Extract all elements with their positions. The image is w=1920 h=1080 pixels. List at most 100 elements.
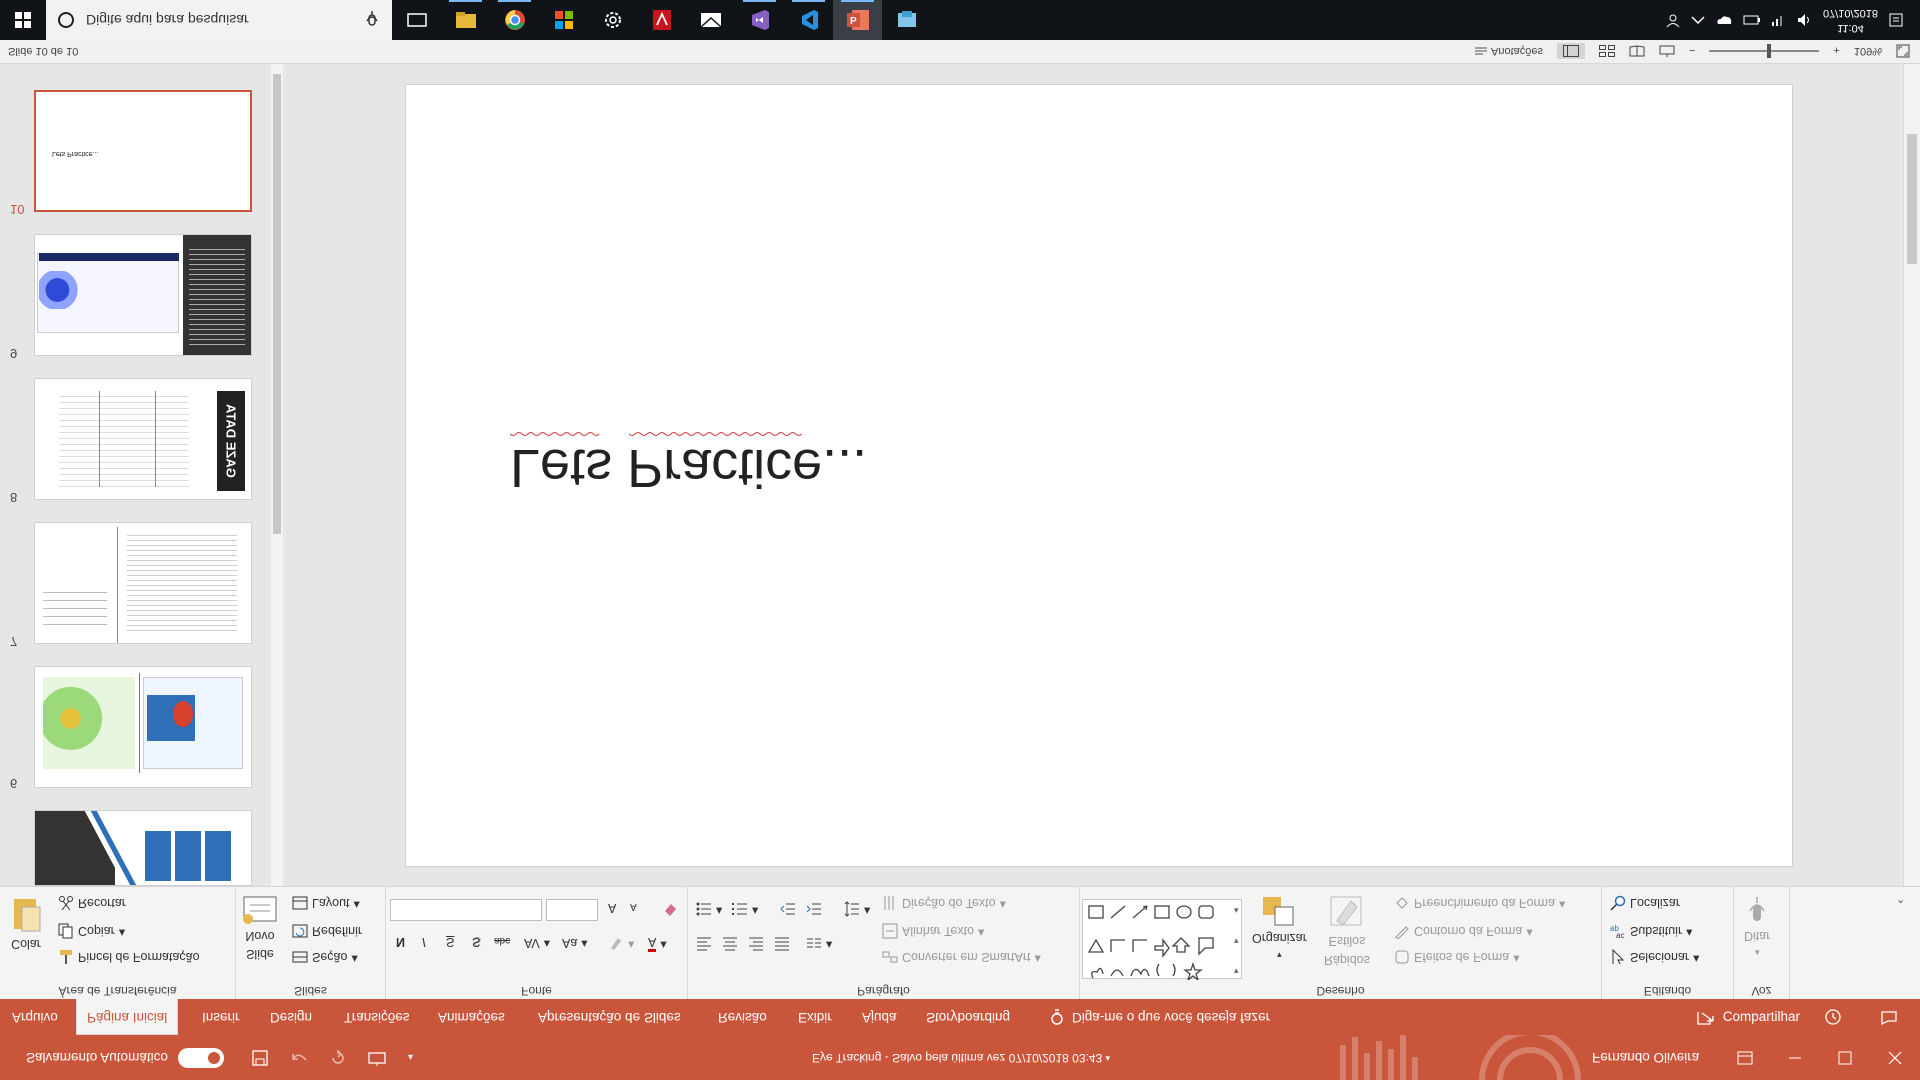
thumbnail-slide-7[interactable]: [34, 522, 252, 644]
paste-button[interactable]: Colar: [10, 899, 42, 951]
tab-exibir[interactable]: Exibir: [798, 999, 832, 1035]
save-icon[interactable]: [252, 1049, 268, 1066]
customize-toolbar-icon[interactable]: ▾: [408, 1052, 413, 1063]
select-button[interactable]: Selecionar ▾: [1610, 949, 1699, 965]
tab-pagina-inicial[interactable]: Página Inicial: [76, 999, 179, 1035]
tab-apresentacao[interactable]: Apresentação de Slides: [538, 999, 681, 1035]
font-size-combo[interactable]: [546, 899, 598, 921]
thumbnail-slide-5[interactable]: [34, 810, 252, 886]
document-title[interactable]: Eye Tracking - Salvo pela última vez 07/…: [812, 1035, 1110, 1080]
new-slide-button[interactable]: Novo Slide: [242, 895, 278, 961]
autosave-toggle[interactable]: [177, 1047, 224, 1068]
microphone-icon[interactable]: [366, 11, 378, 29]
shape-fill-button[interactable]: Preenchimento da Forma ▾: [1394, 895, 1565, 911]
tab-transicoes[interactable]: Transições: [344, 999, 410, 1035]
chevron-up-icon[interactable]: [1691, 15, 1705, 25]
app-icon[interactable]: [882, 0, 931, 40]
powerpoint-icon[interactable]: P: [833, 0, 882, 40]
taskbar-search[interactable]: Digite aqui para pesquisar: [46, 0, 392, 40]
dictate-button[interactable]: Ditar ▾: [1744, 895, 1770, 958]
align-right-button[interactable]: [748, 935, 764, 951]
layout-button[interactable]: Layout ▾: [292, 895, 360, 911]
share-button[interactable]: Compartilhar: [1697, 999, 1800, 1035]
find-button[interactable]: Localizar: [1610, 895, 1680, 911]
volume-icon[interactable]: [1797, 13, 1813, 27]
comments-icon[interactable]: [1880, 999, 1898, 1035]
arrange-button[interactable]: Organizar ▴: [1252, 895, 1307, 960]
thumbnail-slide-10[interactable]: Lets Practice...: [34, 90, 252, 212]
zoom-out-button[interactable]: −: [1689, 45, 1695, 57]
network-icon[interactable]: [1771, 13, 1787, 27]
slideshow-icon[interactable]: [1659, 45, 1675, 57]
tell-me-search[interactable]: Diga-me o que você deseja fazer: [1050, 999, 1270, 1035]
justify-button[interactable]: [774, 935, 790, 951]
change-case-button[interactable]: Aa ▾: [562, 935, 588, 951]
minimize-icon[interactable]: [1770, 1051, 1820, 1065]
font-color-button[interactable]: A ▾: [648, 935, 667, 952]
reset-button[interactable]: Redefinir: [292, 923, 362, 939]
text-direction-button[interactable]: Direção do Texto ▾: [882, 895, 1006, 911]
shape-outline-button[interactable]: Contorno da Forma ▾: [1394, 923, 1533, 939]
align-left-button[interactable]: [696, 935, 712, 951]
undo-icon[interactable]: [290, 1051, 308, 1065]
tab-animacoes[interactable]: Animações: [438, 999, 505, 1035]
align-text-button[interactable]: Alinhar Texto ▾: [882, 923, 984, 939]
current-slide[interactable]: Lets Practice...: [405, 84, 1793, 867]
format-painter-button[interactable]: Pincel de Formatação: [58, 949, 200, 965]
zoom-slider[interactable]: [1709, 44, 1820, 58]
tab-ajuda[interactable]: Ajuda: [862, 999, 897, 1035]
font-name-combo[interactable]: [390, 899, 542, 921]
people-icon[interactable]: [1665, 12, 1681, 28]
align-center-button[interactable]: [722, 935, 738, 951]
slide-title-textbox[interactable]: Lets Practice...: [510, 432, 867, 499]
shapes-scroll-down[interactable]: ▾ ▴ ▴: [1234, 897, 1239, 983]
store-icon[interactable]: [539, 0, 588, 40]
thumbnails-scrollbar[interactable]: [271, 64, 283, 886]
start-slideshow-icon[interactable]: [368, 1050, 386, 1066]
cut-button[interactable]: Recortar: [58, 895, 126, 911]
fit-slide-icon[interactable]: [1896, 44, 1910, 58]
file-explorer-icon[interactable]: [441, 0, 490, 40]
thumbnail-slide-8[interactable]: GAZE DATA: [34, 378, 252, 500]
character-spacing-button[interactable]: AV ▾: [524, 935, 550, 951]
onedrive-icon[interactable]: [1715, 14, 1733, 26]
ribbon-display-options-icon[interactable]: [1720, 1051, 1770, 1065]
acrobat-icon[interactable]: [637, 0, 686, 40]
thumbnail-slide-6[interactable]: [34, 666, 252, 788]
reading-view-icon[interactable]: [1629, 45, 1645, 57]
tab-revisao[interactable]: Revisão: [718, 999, 767, 1035]
task-view-icon[interactable]: [392, 0, 441, 40]
maximize-icon[interactable]: [1820, 1051, 1870, 1065]
shadow-button[interactable]: S: [472, 935, 480, 949]
shape-effects-button[interactable]: Efeitos de Forma ▾: [1394, 949, 1519, 965]
slide-scrollbar[interactable]: [1903, 64, 1920, 886]
slide-sorter-icon[interactable]: [1598, 45, 1615, 57]
zoom-level[interactable]: 109%: [1854, 45, 1882, 57]
tab-design[interactable]: Design: [270, 999, 312, 1035]
thumbnail-slide-9[interactable]: [34, 234, 252, 356]
tab-storyboarding[interactable]: Storyboarding: [926, 999, 1010, 1035]
zoom-in-button[interactable]: +: [1833, 45, 1839, 57]
start-button[interactable]: [0, 0, 46, 40]
close-icon[interactable]: [1870, 1051, 1920, 1065]
visual-studio-icon[interactable]: [735, 0, 784, 40]
replace-button[interactable]: ab ac Substituir ▾: [1610, 923, 1692, 939]
notifications-icon[interactable]: [1888, 12, 1904, 28]
battery-icon[interactable]: [1743, 15, 1761, 25]
columns-button[interactable]: ▾: [806, 935, 832, 951]
decrease-indent-button[interactable]: [780, 901, 796, 917]
bullets-button[interactable]: ▾: [696, 901, 722, 917]
collapse-ribbon-button[interactable]: ⌄: [1896, 893, 1905, 906]
increase-indent-button[interactable]: [806, 901, 822, 917]
copy-button[interactable]: Copiar ▾: [58, 923, 125, 939]
settings-icon[interactable]: [588, 0, 637, 40]
increase-font-button[interactable]: A: [608, 901, 616, 915]
italic-button[interactable]: I: [422, 935, 425, 949]
chrome-icon[interactable]: [490, 0, 539, 40]
quick-styles-button[interactable]: Estilos Rápidos: [1324, 895, 1370, 967]
clock[interactable]: 07/10/2018 11:04: [1823, 5, 1878, 35]
bold-button[interactable]: N: [396, 935, 405, 949]
redo-icon[interactable]: [330, 1049, 346, 1066]
zoom-slider-thumb[interactable]: [1767, 44, 1772, 58]
line-spacing-button[interactable]: ▾: [844, 901, 870, 917]
